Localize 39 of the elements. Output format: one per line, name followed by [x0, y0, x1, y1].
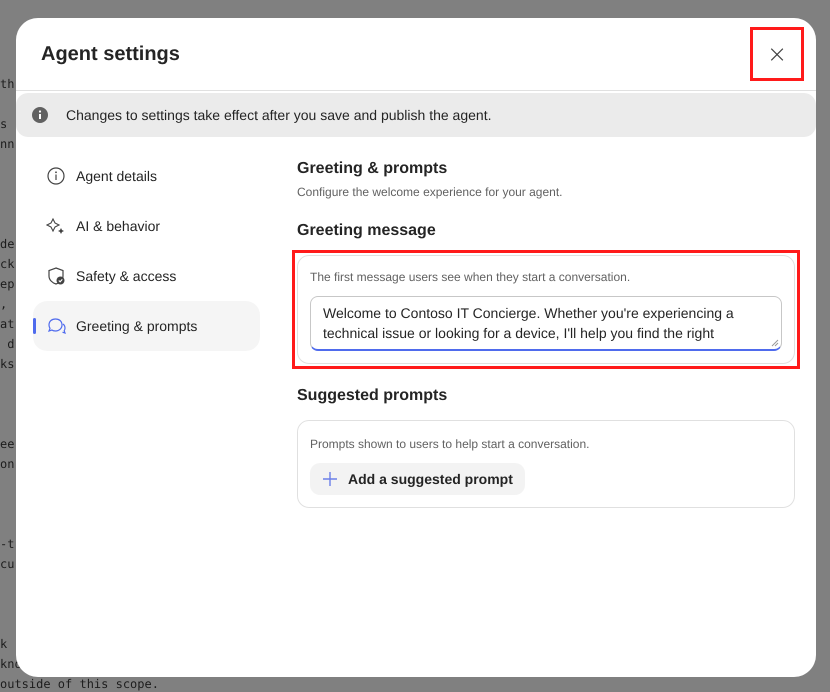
background-text: -t	[0, 537, 14, 551]
info-icon	[46, 166, 66, 186]
sparkle-icon	[46, 216, 66, 236]
selection-indicator	[33, 318, 36, 334]
nav-item[interactable]: AI & behavior	[33, 201, 260, 251]
resize-handle-icon[interactable]	[771, 339, 779, 347]
background-text: outside of this scope.	[0, 677, 159, 691]
background-text: ep	[0, 277, 14, 291]
background-text: ks	[0, 357, 14, 371]
background-text: on	[0, 457, 14, 471]
background-text: s	[0, 117, 8, 131]
greeting-textarea[interactable]: Welcome to Contoso IT Concierge. Whether you're experiencing a technical issue or looking for a device, I'll help you find the right	[310, 296, 782, 351]
background-text: d	[6, 337, 14, 351]
background-text: k	[0, 637, 8, 651]
background-text: ck	[0, 257, 14, 271]
background-text: th	[0, 77, 14, 91]
chat-bubbles-icon	[46, 316, 66, 336]
prompts-heading: Suggested prompts	[297, 386, 448, 406]
add-prompt-button[interactable]: Add a suggested prompt	[310, 463, 525, 495]
section-subtitle: Configure the welcome experience for your agent.	[297, 184, 564, 201]
shield-icon	[46, 266, 66, 286]
nav-item[interactable]: Greeting & prompts	[33, 301, 260, 351]
background-text: de	[0, 237, 14, 251]
background-text: cu	[0, 557, 14, 571]
info-icon	[31, 106, 49, 124]
nav-item[interactable]: Agent details	[33, 151, 260, 201]
background-text: at	[0, 317, 14, 331]
prompts-hint: Prompts shown to users to help start a conversation.	[310, 436, 590, 453]
dialog-title: Agent settings	[41, 42, 180, 67]
background-text: ee	[0, 437, 14, 451]
greeting-heading: Greeting message	[297, 221, 437, 241]
background-text: nn	[0, 137, 14, 151]
section-title: Greeting & prompts	[297, 159, 448, 179]
plus-icon	[322, 471, 338, 487]
close-button[interactable]: ×	[750, 27, 804, 81]
background-text: ,	[0, 297, 8, 311]
notice-text: Changes to settings take effect after you save and publish the agent.	[66, 106, 492, 125]
greeting-hint: The first message users see when they start a conversation.	[310, 269, 632, 286]
nav-item[interactable]: Safety & access	[33, 251, 260, 301]
